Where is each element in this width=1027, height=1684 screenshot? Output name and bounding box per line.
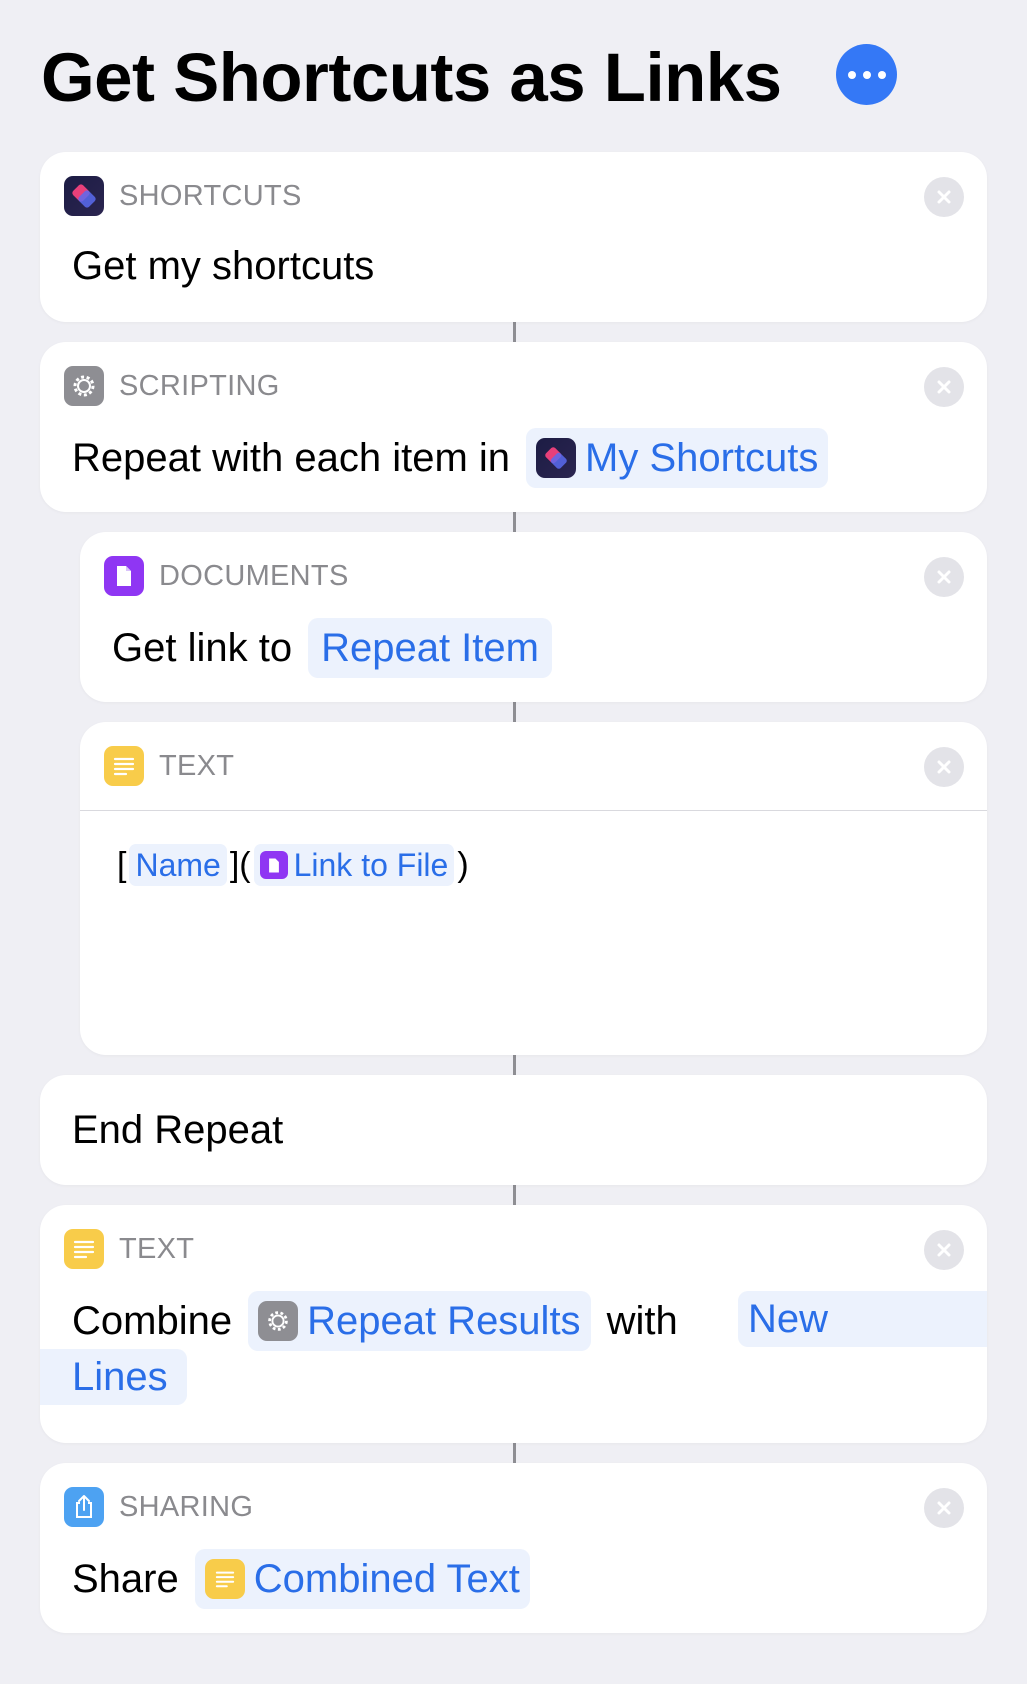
variable-repeat-item[interactable]: Repeat Item: [308, 618, 552, 678]
shortcuts-app-icon: [536, 438, 577, 478]
action-text: Get link to: [112, 626, 293, 670]
gear-icon: [258, 1301, 299, 1341]
variable-new-lines[interactable]: New: [738, 1291, 987, 1347]
gear-icon: [64, 366, 104, 406]
close-icon: [937, 1243, 951, 1257]
text-icon: [104, 746, 144, 786]
connector: [513, 702, 516, 722]
action-text: Combine: [72, 1299, 233, 1343]
action-end-repeat[interactable]: End Repeat: [40, 1075, 987, 1185]
action-category: SHORTCUTS: [119, 179, 302, 212]
action-get-link-to[interactable]: DOCUMENTS Get link to Repeat Item: [80, 532, 987, 702]
remove-action-button[interactable]: [924, 367, 964, 407]
action-category: TEXT: [119, 1232, 195, 1265]
action-category: TEXT: [159, 749, 235, 782]
page-title: Get Shortcuts as Links: [41, 39, 782, 116]
variable-combined-text[interactable]: Combined Text: [194, 1549, 530, 1609]
remove-action-button[interactable]: [924, 747, 964, 787]
ellipsis-icon: [847, 70, 856, 79]
connector: [513, 1055, 516, 1075]
more-options-button[interactable]: [836, 44, 897, 105]
connector: [513, 1443, 516, 1463]
close-icon: [937, 380, 951, 394]
action-category: DOCUMENTS: [159, 559, 349, 592]
variable-link-to-file[interactable]: Link to File: [253, 844, 455, 886]
shortcuts-app-icon: [64, 176, 104, 216]
action-category: SCRIPTING: [119, 369, 280, 402]
remove-action-button[interactable]: [924, 177, 964, 217]
action-share[interactable]: SHARING Share Combined Text: [40, 1463, 987, 1633]
document-icon: [259, 851, 288, 879]
share-icon: [64, 1487, 104, 1527]
connector: [513, 1185, 516, 1205]
text-icon: [204, 1559, 245, 1599]
action-text: Get my shortcuts: [72, 244, 375, 288]
close-icon: [937, 190, 951, 204]
remove-action-button[interactable]: [924, 557, 964, 597]
connector: [513, 322, 516, 342]
action-text: Repeat with each item in: [72, 436, 511, 480]
text-field[interactable]: [ Name ]( Link to File ): [114, 844, 472, 886]
variable-name[interactable]: Name: [129, 844, 227, 886]
close-icon: [937, 570, 951, 584]
remove-action-button[interactable]: [924, 1488, 964, 1528]
action-text: with: [606, 1299, 678, 1343]
close-icon: [937, 760, 951, 774]
text-icon: [64, 1229, 104, 1269]
action-combine-text[interactable]: TEXT Combine Repeat Results with New Lin…: [40, 1205, 987, 1443]
action-repeat-with-each[interactable]: SCRIPTING Repeat with each item in My Sh…: [40, 342, 987, 512]
action-text: End Repeat: [72, 1108, 284, 1152]
action-text: Share: [72, 1557, 179, 1601]
divider: [80, 810, 987, 811]
document-icon: [104, 556, 144, 596]
action-text-block[interactable]: TEXT [ Name ]( Link to File ): [80, 722, 987, 1055]
variable-my-shortcuts[interactable]: My Shortcuts: [526, 428, 829, 488]
variable-new-lines-continued[interactable]: Lines: [40, 1349, 187, 1405]
close-icon: [937, 1501, 951, 1515]
action-get-my-shortcuts[interactable]: SHORTCUTS Get my shortcuts: [40, 152, 987, 322]
remove-action-button[interactable]: [924, 1230, 964, 1270]
connector: [513, 512, 516, 532]
variable-repeat-results[interactable]: Repeat Results: [248, 1291, 591, 1351]
action-category: SHARING: [119, 1490, 254, 1523]
